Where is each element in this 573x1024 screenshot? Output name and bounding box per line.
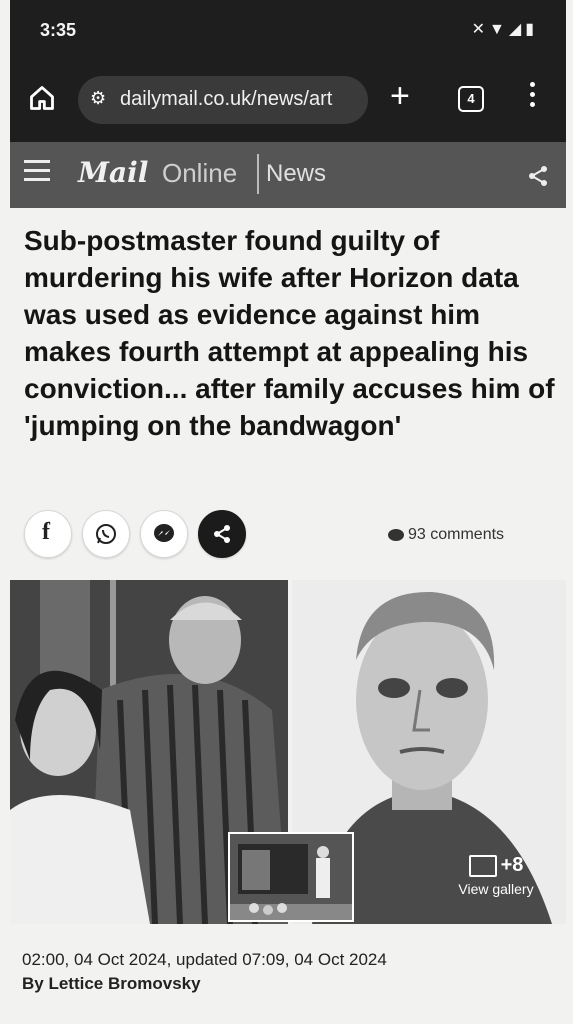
header-divider (257, 154, 259, 194)
status-bar: 3:35 ✕▼◢▮ (10, 0, 566, 58)
header-share-icon[interactable] (526, 164, 550, 188)
gallery-count: +8 (500, 854, 524, 876)
messenger-icon (154, 524, 174, 542)
status-icons: ✕▼◢▮ (472, 19, 538, 39)
site-header: Mail Online News (10, 142, 566, 208)
site-settings-icon[interactable]: ⚙ (90, 88, 106, 109)
article-photo-thumbnail[interactable] (228, 832, 354, 922)
url-text[interactable]: dailymail.co.uk/news/art (120, 88, 332, 111)
address-bar[interactable]: ⚙ dailymail.co.uk/news/art (78, 76, 368, 124)
share-row: f 93 comments (0, 510, 573, 564)
mute-icon: ✕ (471, 21, 490, 38)
gallery-label: View gallery (458, 881, 534, 897)
browser-toolbar: ⚙ dailymail.co.uk/news/art + 4 (10, 58, 566, 142)
more-options-icon[interactable] (530, 82, 536, 112)
new-tab-button[interactable]: + (390, 76, 410, 116)
section-label[interactable]: News (266, 160, 326, 188)
post-office-illustration (230, 834, 352, 920)
messenger-share-button[interactable] (140, 510, 188, 558)
gallery-icon (468, 854, 497, 877)
facebook-share-button[interactable]: f (24, 510, 72, 558)
home-icon[interactable] (28, 84, 56, 112)
view-gallery-button[interactable]: +8 View gallery (446, 854, 546, 897)
status-time: 3:35 (40, 20, 77, 40)
whatsapp-share-button[interactable] (82, 510, 130, 558)
share-icon (214, 525, 230, 543)
article-byline[interactable]: By Lettice Bromovsky (22, 974, 201, 994)
signal-icon: ◢ (508, 21, 526, 38)
battery-icon: ▮ (525, 21, 538, 38)
comment-bubble-icon (388, 529, 404, 541)
comments-count: 93 comments (408, 526, 505, 543)
facebook-icon: f (42, 519, 50, 545)
share-button[interactable] (198, 510, 246, 558)
comments-link[interactable]: 93 comments (388, 526, 504, 544)
site-logo-mail[interactable]: Mail (78, 156, 148, 189)
article-dateline: 02:00, 04 Oct 2024, updated 07:09, 04 Oc… (22, 950, 387, 969)
tab-switcher-button[interactable]: 4 (458, 86, 484, 112)
site-logo-online[interactable]: Online (162, 158, 237, 189)
hamburger-menu-icon[interactable] (24, 160, 50, 187)
whatsapp-icon (96, 524, 116, 544)
wifi-icon: ▼ (489, 21, 509, 38)
article-headline: Sub-postmaster found guilty of murdering… (24, 225, 555, 441)
